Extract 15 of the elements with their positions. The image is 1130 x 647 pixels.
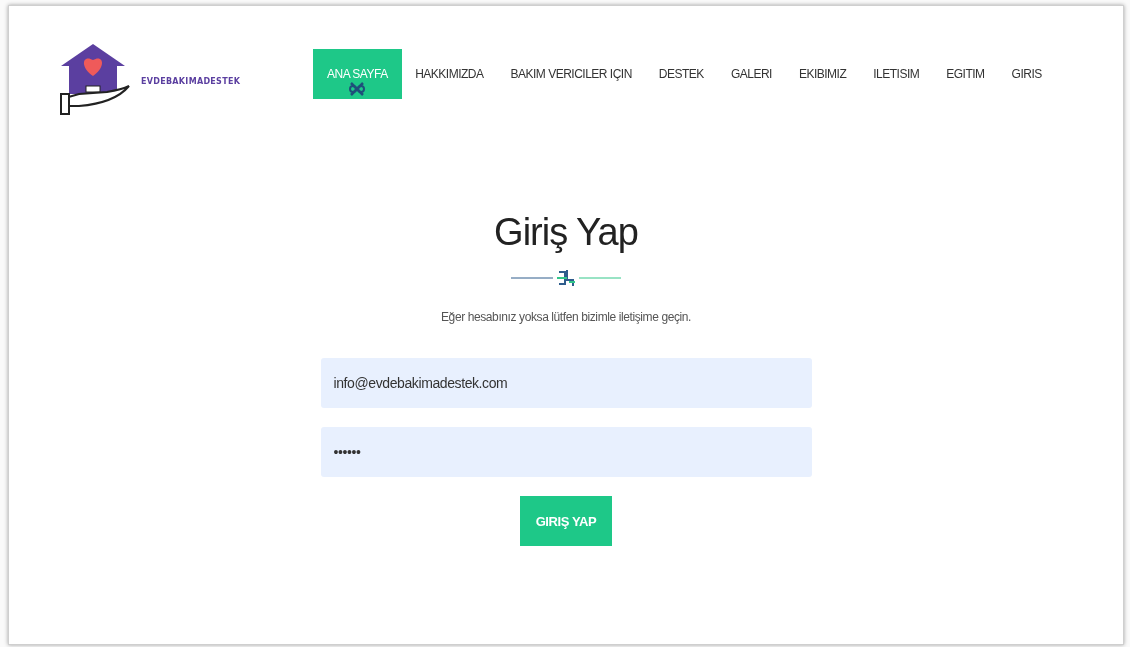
email-field[interactable]: info@evdebakimadestek.com — [320, 358, 812, 408]
divider-ornament-icon — [511, 268, 621, 288]
password-field[interactable]: •••••• — [320, 427, 812, 477]
nav-link[interactable]: EKIBIMIZ — [785, 49, 860, 99]
nav-link[interactable]: GALERI — [717, 49, 786, 99]
nav-link[interactable]: HAKKIMIZDA — [401, 49, 497, 99]
page-title: Giriş Yap — [494, 211, 638, 254]
nav-link[interactable]: BAKIM VERICILER IÇIN — [497, 49, 646, 99]
nav-link[interactable]: EGITIM — [932, 49, 999, 99]
nav-link[interactable]: ILETISIM — [859, 49, 933, 99]
nav-link[interactable]: GIRIS — [998, 49, 1056, 99]
info-text: Eğer hesabınız yoksa lütfen bizimle iletişime geçin. — [441, 310, 691, 324]
nav-link[interactable]: DESTEK — [645, 49, 718, 99]
knot-icon — [348, 80, 367, 98]
logo-text: EVDEBAKIMADESTEK — [141, 77, 241, 86]
